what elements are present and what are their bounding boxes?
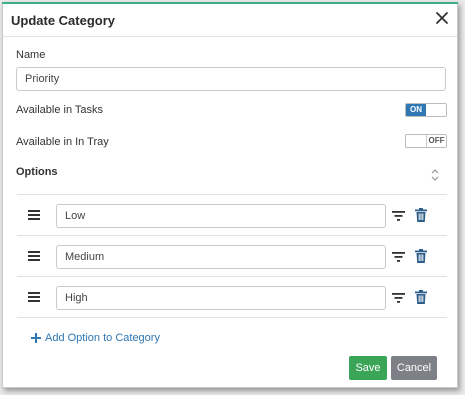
update-category-dialog: Update Category Name Priority Available … [2, 2, 458, 388]
name-input[interactable]: Priority [16, 67, 446, 91]
drag-handle-icon[interactable] [28, 291, 40, 303]
option-input[interactable]: Low [56, 204, 386, 228]
filter-icon[interactable] [392, 251, 405, 262]
option-row: Low [17, 195, 447, 236]
available-in-tasks-toggle[interactable]: ON [405, 103, 447, 117]
trash-icon[interactable] [415, 290, 427, 304]
toggle-off-text: OFF [426, 135, 446, 147]
cancel-button[interactable]: Cancel [391, 356, 437, 380]
add-option-label: Add Option to Category [45, 332, 160, 344]
plus-icon [31, 333, 41, 343]
dialog-title: Update Category [11, 13, 116, 28]
close-icon[interactable] [434, 10, 450, 26]
save-button[interactable]: Save [349, 356, 387, 380]
trash-icon[interactable] [415, 208, 427, 222]
option-row: Medium [17, 236, 447, 277]
available-in-tasks-label: Available in Tasks [16, 104, 104, 116]
sort-icon[interactable] [430, 167, 440, 183]
trash-icon[interactable] [415, 249, 427, 263]
option-input[interactable]: Medium [56, 245, 386, 269]
options-label: Options [16, 166, 58, 178]
available-in-intray-toggle[interactable]: OFF [405, 134, 447, 148]
filter-icon[interactable] [392, 210, 405, 221]
toggle-on-text: ON [406, 104, 426, 116]
available-in-intray-label: Available in In Tray [16, 136, 109, 148]
option-input[interactable]: High [56, 286, 386, 310]
filter-icon[interactable] [392, 292, 405, 303]
name-label: Name [16, 49, 46, 61]
option-row: High [17, 277, 447, 318]
dialog-header: Update Category [3, 3, 457, 37]
drag-handle-icon[interactable] [28, 250, 40, 262]
drag-handle-icon[interactable] [28, 209, 40, 221]
